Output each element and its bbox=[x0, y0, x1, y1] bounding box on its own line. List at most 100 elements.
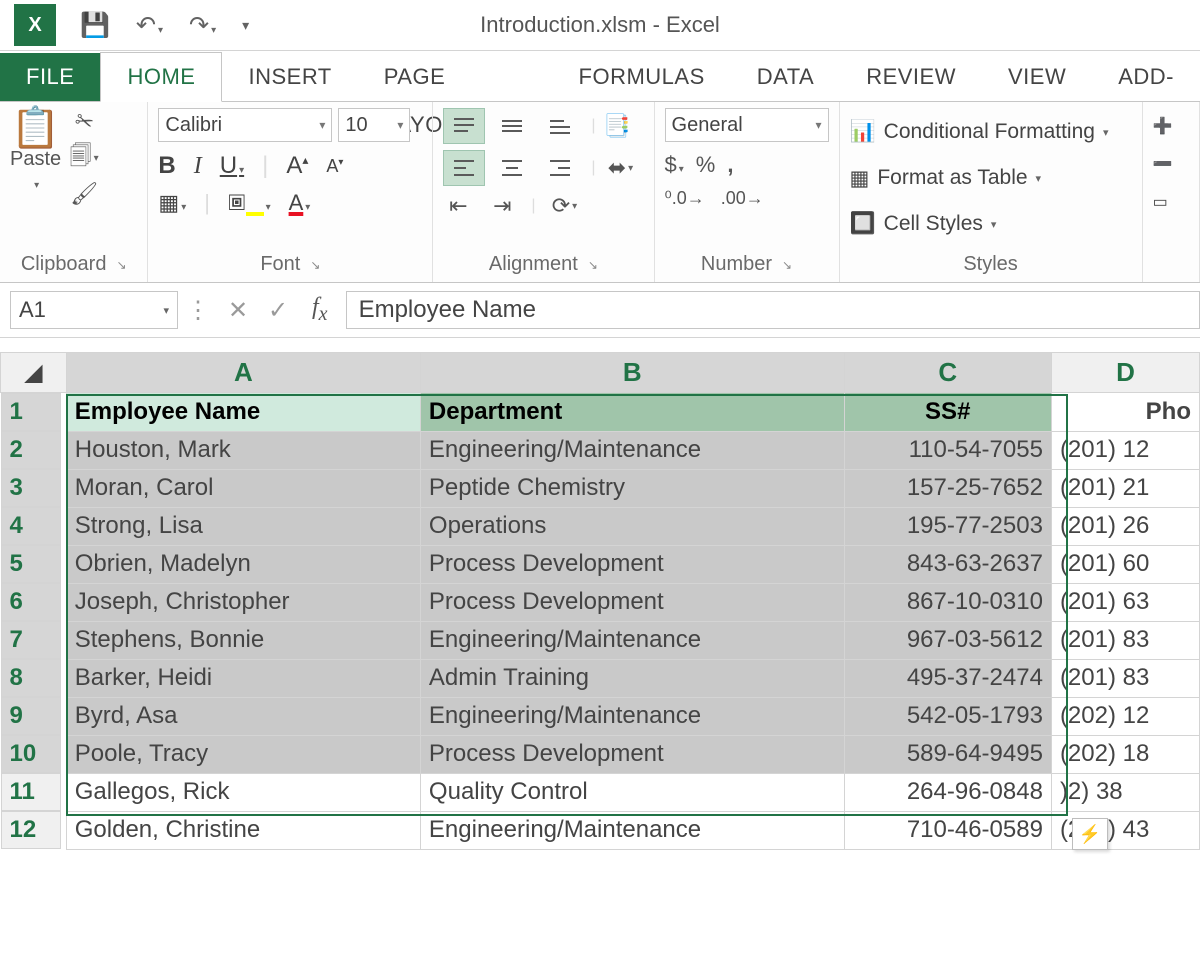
cell[interactable]: Department bbox=[420, 393, 844, 432]
name-box[interactable]: A1▾ bbox=[10, 291, 178, 329]
tab-review[interactable]: REVIEW bbox=[840, 53, 982, 101]
cell-styles-button[interactable]: 🔲Cell Styles▾ bbox=[850, 204, 1132, 244]
cell[interactable]: Barker, Heidi bbox=[66, 659, 420, 697]
tab-page-layout[interactable]: PAGE LAYOUT bbox=[358, 53, 553, 101]
italic-button[interactable]: I bbox=[194, 153, 202, 180]
cell[interactable]: Operations bbox=[420, 507, 844, 545]
cell[interactable]: Joseph, Christopher bbox=[66, 583, 420, 621]
tab-home[interactable]: HOME bbox=[100, 52, 222, 102]
row-header[interactable]: 12 bbox=[1, 811, 61, 849]
cell[interactable]: Engineering/Maintenance bbox=[420, 431, 844, 469]
col-header-d[interactable]: D bbox=[1051, 353, 1199, 393]
cell[interactable]: Peptide Chemistry bbox=[420, 469, 844, 507]
qat-customize-icon[interactable]: ▾ bbox=[242, 17, 249, 34]
cell[interactable]: 157-25-7652 bbox=[844, 469, 1051, 507]
comma-format-button[interactable]: , bbox=[727, 152, 733, 178]
tab-addins[interactable]: ADD- bbox=[1092, 53, 1200, 101]
cell[interactable]: 843-63-2637 bbox=[844, 545, 1051, 583]
cell[interactable]: Quality Control bbox=[420, 773, 844, 811]
cell[interactable]: (201) 83 bbox=[1051, 621, 1199, 659]
redo-icon[interactable]: ↷▾ bbox=[189, 11, 216, 40]
align-center-button[interactable] bbox=[491, 150, 533, 186]
number-format-combo[interactable]: General▾ bbox=[665, 108, 829, 142]
tab-file[interactable]: FILE bbox=[0, 53, 100, 101]
tab-formulas[interactable]: FORMULAS bbox=[553, 53, 731, 101]
row-header[interactable]: 3 bbox=[1, 469, 61, 507]
cell[interactable]: )2) 38 bbox=[1051, 773, 1199, 811]
format-painter-icon[interactable]: 🖌 bbox=[69, 180, 99, 208]
conditional-formatting-button[interactable]: 📊Conditional Formatting▾ bbox=[850, 112, 1132, 152]
decrease-font-icon[interactable]: A▾ bbox=[326, 156, 343, 177]
cell[interactable]: SS# bbox=[844, 393, 1051, 432]
undo-icon[interactable]: ↶▾ bbox=[136, 11, 163, 40]
cell[interactable]: Pho bbox=[1051, 393, 1199, 432]
cell[interactable]: (201) 63 bbox=[1051, 583, 1199, 621]
tab-view[interactable]: VIEW bbox=[982, 53, 1092, 101]
row-header[interactable]: 11 bbox=[1, 773, 61, 811]
cell[interactable]: (202) 12 bbox=[1051, 697, 1199, 735]
format-as-table-button[interactable]: ▦Format as Table▾ bbox=[850, 158, 1132, 198]
cell[interactable]: Engineering/Maintenance bbox=[420, 697, 844, 735]
increase-font-icon[interactable]: A▴ bbox=[286, 152, 308, 180]
font-name-combo[interactable]: Calibri▾ bbox=[158, 108, 332, 142]
row-header[interactable]: 8 bbox=[1, 659, 61, 697]
cell[interactable]: Process Development bbox=[420, 545, 844, 583]
cell[interactable]: Strong, Lisa bbox=[66, 507, 420, 545]
cell[interactable]: 495-37-2474 bbox=[844, 659, 1051, 697]
col-header-c[interactable]: C bbox=[844, 353, 1051, 393]
insert-cells-icon[interactable]: ➕ bbox=[1153, 116, 1189, 136]
clipboard-launcher-icon[interactable]: ↘ bbox=[116, 258, 126, 272]
cell[interactable]: 195-77-2503 bbox=[844, 507, 1051, 545]
cut-icon[interactable]: ✂ bbox=[69, 108, 99, 136]
tab-insert[interactable]: INSERT bbox=[222, 53, 357, 101]
cell[interactable]: Byrd, Asa bbox=[66, 697, 420, 735]
borders-button[interactable]: ▦▾ bbox=[158, 190, 186, 216]
col-header-b[interactable]: B bbox=[420, 353, 844, 393]
formula-input[interactable]: Employee Name bbox=[346, 291, 1200, 329]
alignment-launcher-icon[interactable]: ↘ bbox=[588, 258, 598, 272]
fx-icon[interactable]: fx bbox=[298, 294, 342, 326]
orientation-button[interactable]: ⟳▾ bbox=[549, 192, 579, 220]
col-header-a[interactable]: A bbox=[66, 353, 420, 393]
cell[interactable]: Golden, Christine bbox=[66, 811, 420, 849]
percent-format-button[interactable]: % bbox=[696, 152, 716, 178]
cell[interactable]: Employee Name bbox=[66, 393, 420, 432]
align-top-button[interactable] bbox=[443, 108, 485, 144]
delete-cells-icon[interactable]: ➖ bbox=[1153, 154, 1189, 174]
save-icon[interactable]: 💾 bbox=[80, 11, 110, 40]
row-header[interactable]: 10 bbox=[1, 735, 61, 773]
cell[interactable]: 589-64-9495 bbox=[844, 735, 1051, 773]
wrap-text-button[interactable]: 📑▾ bbox=[605, 112, 635, 140]
cell[interactable]: Poole, Tracy bbox=[66, 735, 420, 773]
cell[interactable]: 264-96-0848 bbox=[844, 773, 1051, 811]
copy-icon[interactable]: 🗐▾ bbox=[69, 144, 99, 172]
decrease-decimal-button[interactable]: .00→ bbox=[721, 188, 764, 209]
quick-analysis-icon[interactable]: ⚡ bbox=[1072, 818, 1108, 850]
fill-color-button[interactable]: 🞖▾ bbox=[228, 190, 271, 216]
cell[interactable]: Moran, Carol bbox=[66, 469, 420, 507]
enter-formula-button[interactable]: ✓ bbox=[258, 296, 298, 325]
excel-app-icon[interactable]: X bbox=[14, 4, 56, 46]
cell[interactable]: Admin Training bbox=[420, 659, 844, 697]
row-header[interactable]: 4 bbox=[1, 507, 61, 545]
row-header[interactable]: 9 bbox=[1, 697, 61, 735]
cell[interactable]: 710-46-0589 bbox=[844, 811, 1051, 849]
align-left-button[interactable] bbox=[443, 150, 485, 186]
row-header[interactable]: 7 bbox=[1, 621, 61, 659]
cell[interactable]: 867-10-0310 bbox=[844, 583, 1051, 621]
increase-decimal-button[interactable]: ⁰.0→ bbox=[665, 188, 705, 209]
cell[interactable]: Engineering/Maintenance bbox=[420, 621, 844, 659]
merge-center-button[interactable]: ⬌▾ bbox=[605, 154, 635, 182]
cell[interactable]: Obrien, Madelyn bbox=[66, 545, 420, 583]
cancel-formula-button[interactable]: ✕ bbox=[218, 296, 258, 325]
cell[interactable]: Stephens, Bonnie bbox=[66, 621, 420, 659]
row-header[interactable]: 2 bbox=[1, 431, 61, 469]
cell[interactable]: Engineering/Maintenance bbox=[420, 811, 844, 849]
cell[interactable]: (201) 83 bbox=[1051, 659, 1199, 697]
align-middle-button[interactable] bbox=[491, 108, 533, 144]
cell[interactable]: (201) 21 bbox=[1051, 469, 1199, 507]
select-all-corner[interactable]: ◢ bbox=[1, 353, 67, 393]
format-cells-icon[interactable]: ▭ bbox=[1153, 192, 1189, 212]
number-launcher-icon[interactable]: ↘ bbox=[782, 258, 792, 272]
cell[interactable]: (202) 18 bbox=[1051, 735, 1199, 773]
